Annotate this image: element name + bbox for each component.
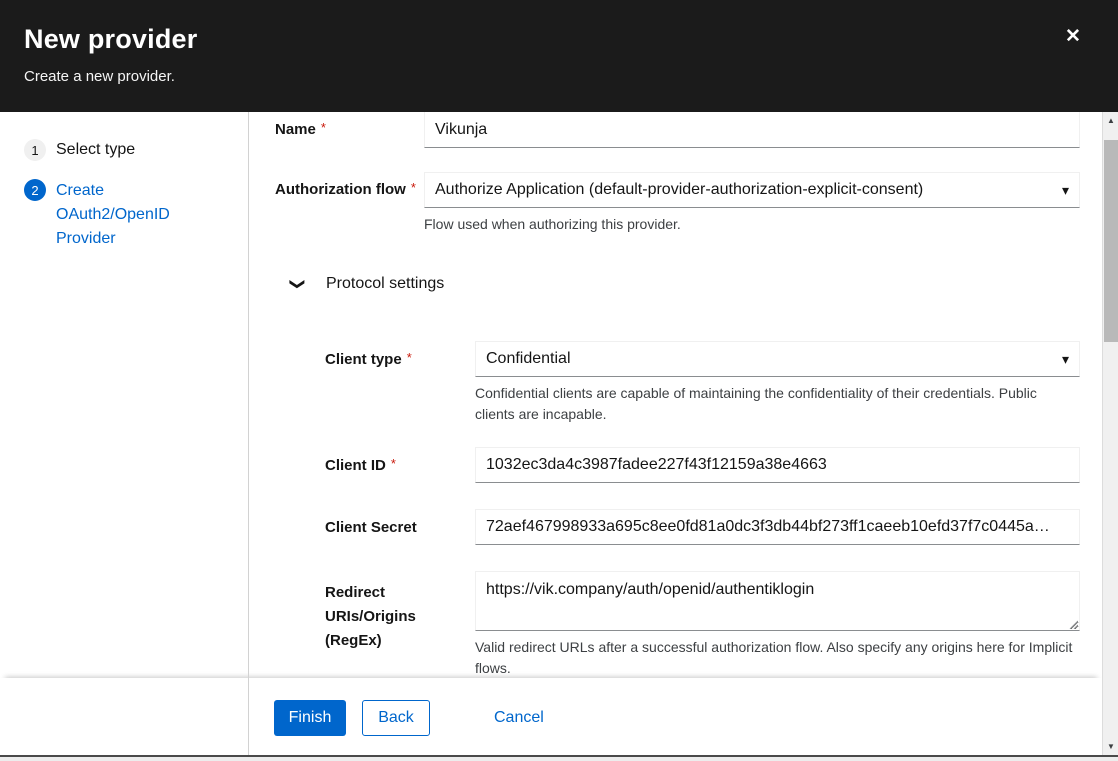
caret-down-icon: ▾ [1062,182,1069,199]
page-title: New provider [24,24,197,55]
finish-button[interactable]: Finish [274,700,346,736]
client-type-select[interactable]: Confidential ▾ [475,341,1080,377]
protocol-settings-label: Protocol settings [326,275,444,293]
client-id-input[interactable] [475,447,1080,483]
name-label: Name* [275,121,326,138]
client-id-label: Client ID* [325,457,396,474]
modal-header: New provider Create a new provider. ✕ [0,0,1118,112]
client-type-value: Confidential [486,350,1054,368]
redirect-uris-helper: Valid redirect URLs after a successful a… [475,637,1083,679]
step-number-badge: 2 [24,179,46,201]
modal-subtitle: Create a new provider. [24,68,175,85]
client-type-label: Client type* [325,351,412,368]
client-type-helper: Confidential clients are capable of main… [475,383,1080,425]
name-input[interactable] [424,112,1080,148]
authorization-flow-helper: Flow used when authorizing this provider… [424,214,1080,235]
scroll-up-icon[interactable]: ▲ [1103,114,1118,128]
authorization-flow-select[interactable]: Authorize Application (default-provider-… [424,172,1080,208]
redirect-uris-label: Redirect URIs/Origins (RegEx) [325,581,470,653]
vertical-scrollbar[interactable]: ▲ ▼ [1102,112,1118,756]
page-behind-strip [0,755,1118,761]
client-secret-input[interactable] [475,509,1080,545]
cancel-button[interactable]: Cancel [482,700,556,736]
required-asterisk: * [411,180,416,195]
wizard-step-label: Create OAuth2/OpenID Provider [56,179,196,251]
scroll-down-icon[interactable]: ▼ [1103,740,1118,754]
new-provider-modal: New provider Create a new provider. ✕ 1 … [0,0,1118,761]
modal-footer: Finish Back Cancel [0,678,1102,756]
sidebar-divider [248,112,249,756]
caret-down-icon: ▾ [1062,351,1069,368]
required-asterisk: * [321,120,326,135]
required-asterisk: * [407,350,412,365]
chevron-down-icon: ❯ [289,276,307,292]
wizard-step-select-type[interactable]: 1 Select type [24,139,196,161]
authorization-flow-value: Authorize Application (default-provider-… [435,181,1054,199]
wizard-step-create-provider[interactable]: 2 Create OAuth2/OpenID Provider [24,179,196,251]
redirect-uris-textarea[interactable]: https://vik.company/auth/openid/authenti… [475,571,1080,631]
scrollbar-thumb[interactable] [1104,140,1118,342]
close-icon[interactable]: ✕ [1058,22,1088,52]
protocol-settings-expander[interactable]: ❯ Protocol settings [290,275,444,293]
authorization-flow-label: Authorization flow* [275,181,416,198]
step-number-badge: 1 [24,139,46,161]
wizard-step-label: Select type [56,139,196,161]
client-secret-label: Client Secret [325,519,417,536]
required-asterisk: * [391,456,396,471]
back-button[interactable]: Back [362,700,430,736]
